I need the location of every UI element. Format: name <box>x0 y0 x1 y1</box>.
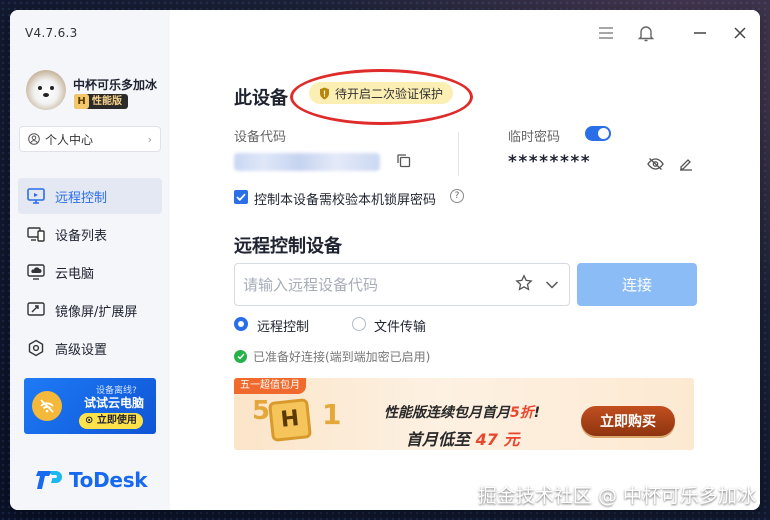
sidebar-item-label: 远程控制 <box>55 190 108 206</box>
history-dropdown-button[interactable] <box>545 276 559 294</box>
buy-now-button[interactable]: 立即购买 <box>581 406 675 436</box>
hamburger-icon <box>599 27 613 39</box>
vertical-divider <box>458 132 459 176</box>
monitor-remote-icon <box>27 187 45 205</box>
remote-code-input[interactable] <box>243 275 511 294</box>
banner-line2: 首月低至 47 元 <box>406 426 519 450</box>
badge-text: 性能版 <box>92 96 122 107</box>
avatar[interactable] <box>26 70 66 110</box>
sidebar-item-device-list[interactable]: 设备列表 <box>18 216 162 252</box>
app-window: V4.7.6.3 中杯可乐多加冰 H 性能版 个人中心 › 远程控制 设备列表 … <box>10 10 760 510</box>
help-icon[interactable]: ? <box>450 189 464 203</box>
brand-name: ToDesk <box>69 468 148 492</box>
banner-deco-one: 1 <box>322 398 342 431</box>
temp-password-value: ******** <box>508 152 592 172</box>
promo-use-button[interactable]: ⊙ 立即使用 <box>79 413 143 429</box>
mode-remote-control-radio[interactable] <box>234 317 248 331</box>
highlight-annotation <box>290 69 473 125</box>
banner-line1: 性能版连续包月首月5折! <box>384 402 540 422</box>
banner-line1-suffix: ! <box>533 405 541 421</box>
shield-check-icon <box>234 350 247 363</box>
copy-button[interactable] <box>396 153 411 172</box>
performance-h-logo: H <box>268 398 312 442</box>
minimize-icon <box>694 32 706 34</box>
copy-icon <box>397 154 411 168</box>
sidebar-item-label: 云电脑 <box>55 266 95 282</box>
pencil-icon <box>680 159 692 171</box>
mirror-screen-icon <box>27 301 45 319</box>
device-code-value-blurred <box>234 153 380 171</box>
connection-status: 已准备好连接(端到端加密已启用) <box>234 348 430 365</box>
connect-button[interactable]: 连接 <box>577 263 697 306</box>
cloud-pc-icon <box>27 263 45 281</box>
connection-status-text: 已准备好连接(端到端加密已启用) <box>253 350 431 364</box>
banner-line1-prefix: 性能版连续包月首月 <box>384 405 510 421</box>
notifications-button[interactable] <box>626 10 666 56</box>
banner-tag: 五一超值包月 <box>234 378 306 394</box>
mode-file-transfer-radio[interactable] <box>352 317 366 331</box>
todesk-logo: ToDesk <box>35 468 148 492</box>
chevron-right-icon: › <box>147 132 152 146</box>
membership-badge: H 性能版 <box>74 94 128 109</box>
user-name: 中杯可乐多加冰 <box>73 78 158 92</box>
todesk-logo-icon <box>36 471 62 489</box>
temp-password-toggle[interactable] <box>585 126 611 141</box>
edit-password-button[interactable] <box>679 156 693 175</box>
mode-file-transfer-label[interactable]: 文件传输 <box>374 316 426 335</box>
sidebar-item-label: 镜像屏/扩展屏 <box>55 304 138 320</box>
banner-deco-five: 5 <box>252 396 271 426</box>
sidebar-item-mirror-screen[interactable]: 镜像屏/扩展屏 <box>18 292 162 328</box>
devices-icon <box>27 225 45 243</box>
personal-center-label: 个人中心 <box>45 132 94 147</box>
settings-icon <box>27 339 45 357</box>
sidebar-item-label: 设备列表 <box>55 228 108 244</box>
toggle-visibility-button[interactable] <box>647 156 664 175</box>
checkmark-icon <box>236 193 246 201</box>
promo-use-label: 立即使用 <box>96 415 137 426</box>
title-bar <box>586 10 760 56</box>
sidebar-nav: 远程控制 设备列表 云电脑 镜像屏/扩展屏 高级设置 <box>18 178 162 368</box>
watermark: 掘金技术社区 @ 中杯可乐多加冰 <box>477 485 756 507</box>
menu-button[interactable] <box>586 10 626 56</box>
remote-code-field[interactable] <box>234 263 570 306</box>
star-icon <box>515 273 533 291</box>
mode-remote-control-label[interactable]: 远程控制 <box>257 316 309 335</box>
banner-line1-highlight: 5折 <box>510 405 534 421</box>
promo-banner[interactable]: 五一超值包月 5 H 1 性能版连续包月首月5折! 首月低至 47 元 立即购买 <box>234 378 694 450</box>
play-icon: ⊙ <box>85 415 94 426</box>
sidebar-item-advanced-settings[interactable]: 高级设置 <box>18 330 162 366</box>
bell-icon <box>638 26 654 42</box>
close-icon <box>734 27 746 39</box>
sidebar: V4.7.6.3 中杯可乐多加冰 H 性能版 个人中心 › 远程控制 设备列表 … <box>10 10 170 510</box>
favorite-button[interactable] <box>515 273 533 296</box>
version-label: V4.7.6.3 <box>25 26 78 40</box>
title-bar-spacer <box>666 10 680 56</box>
main-panel: 此设备 待开启二次验证保护 设备代码 临时密码 ******** 控制本设备需校… <box>170 10 760 510</box>
this-device-title: 此设备 <box>234 88 288 109</box>
device-code-label: 设备代码 <box>234 130 287 145</box>
lock-screen-check-checkbox[interactable] <box>234 190 248 204</box>
personal-center-button[interactable]: 个人中心 › <box>19 126 161 152</box>
no-signal-icon <box>32 391 62 421</box>
promo-title: 试试云电脑 <box>84 396 145 410</box>
banner-line2-suffix: 元 <box>503 430 520 449</box>
eye-off-icon <box>647 158 664 170</box>
sidebar-item-cloud-pc[interactable]: 云电脑 <box>18 254 162 290</box>
badge-letter: H <box>74 94 89 109</box>
banner-line2-highlight: 47 <box>475 430 498 449</box>
sidebar-item-label: 高级设置 <box>55 342 108 358</box>
lock-screen-check-label[interactable]: 控制本设备需校验本机锁屏密码 <box>254 189 436 208</box>
minimize-button[interactable] <box>680 10 720 56</box>
sidebar-item-remote-control[interactable]: 远程控制 <box>18 178 162 214</box>
temp-password-label: 临时密码 <box>508 130 561 145</box>
banner-line2-prefix: 首月低至 <box>406 430 471 449</box>
user-circle-icon <box>28 133 40 145</box>
close-button[interactable] <box>720 10 760 56</box>
chevron-down-icon <box>545 280 559 289</box>
cloud-pc-promo[interactable]: 设备离线? 试试云电脑 ⊙ 立即使用 <box>24 378 156 434</box>
remote-control-title: 远程控制设备 <box>234 236 342 257</box>
